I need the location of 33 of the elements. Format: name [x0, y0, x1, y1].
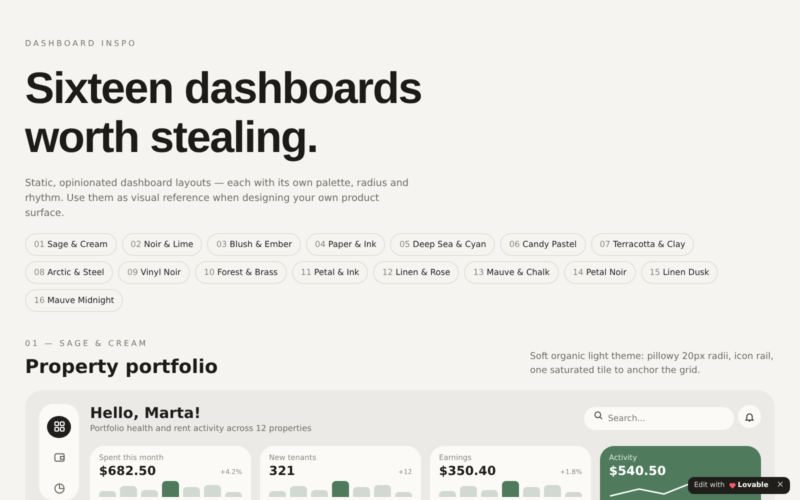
grid-icon[interactable] [47, 416, 71, 438]
theme-chip[interactable]: 02 Noir & Lime [122, 233, 202, 256]
theme-chip[interactable]: 12 Linen & Rose [373, 261, 460, 284]
theme-chip[interactable]: 06 Candy Pastel [500, 233, 586, 256]
stat-value: $350.40 [439, 462, 496, 478]
notification-button[interactable] [738, 405, 761, 428]
theme-chip[interactable]: 03 Blush & Ember [207, 233, 301, 256]
close-button[interactable]: × [772, 481, 784, 490]
theme-chip[interactable]: 05 Deep Sea & Cyan [390, 233, 496, 256]
page-headline: Sixteen dashboards worth stealing. [25, 64, 423, 162]
stat-value: $682.50 [99, 462, 156, 478]
theme-chip[interactable]: 04 Paper & Ink [306, 233, 386, 256]
greeting-title: Hello, Marta! [90, 404, 202, 422]
theme-chip[interactable]: 13 Mauve & Chalk [464, 261, 559, 284]
section-description: Soft organic light theme: pillowy 20px radii, icon rail, one saturated tile to anchor the grid. [530, 350, 775, 378]
theme-chip[interactable]: 07 Terracotta & Clay [590, 233, 694, 256]
theme-chip[interactable]: 10 Forest & Brass [194, 261, 287, 284]
section-eyebrow: 01 — SAGE & CREAM [25, 338, 150, 350]
greeting-subtitle: Portfolio health and rent activity across 12 properties [90, 422, 312, 434]
theme-chip[interactable]: 08 Arctic & Steel [25, 261, 114, 284]
search-field[interactable]: Search... [584, 407, 734, 430]
section-title: Property portfolio [25, 355, 218, 380]
theme-chip[interactable]: 15 Linen Dusk [640, 261, 718, 284]
theme-chip[interactable]: 14 Petal Noir [564, 261, 636, 284]
stat-value: 321 [269, 462, 296, 478]
theme-chip[interactable]: 01 Sage & Cream [25, 233, 117, 256]
theme-chip[interactable]: 16 Mauve Midnight [25, 289, 124, 312]
bell-icon [745, 412, 754, 422]
stat-value: $540.50 [609, 462, 666, 478]
theme-chip[interactable]: 11 Petal & Ink [292, 261, 368, 284]
eyebrow-label: DASHBOARD INSPO [25, 38, 138, 50]
theme-chip[interactable]: 09 Vinyl Noir [118, 261, 190, 284]
intro-text: Static, opinionated dashboard layouts — each with its own palette, radius and rhythm. Use them as visual reference when designing your own product surface. [25, 177, 410, 221]
